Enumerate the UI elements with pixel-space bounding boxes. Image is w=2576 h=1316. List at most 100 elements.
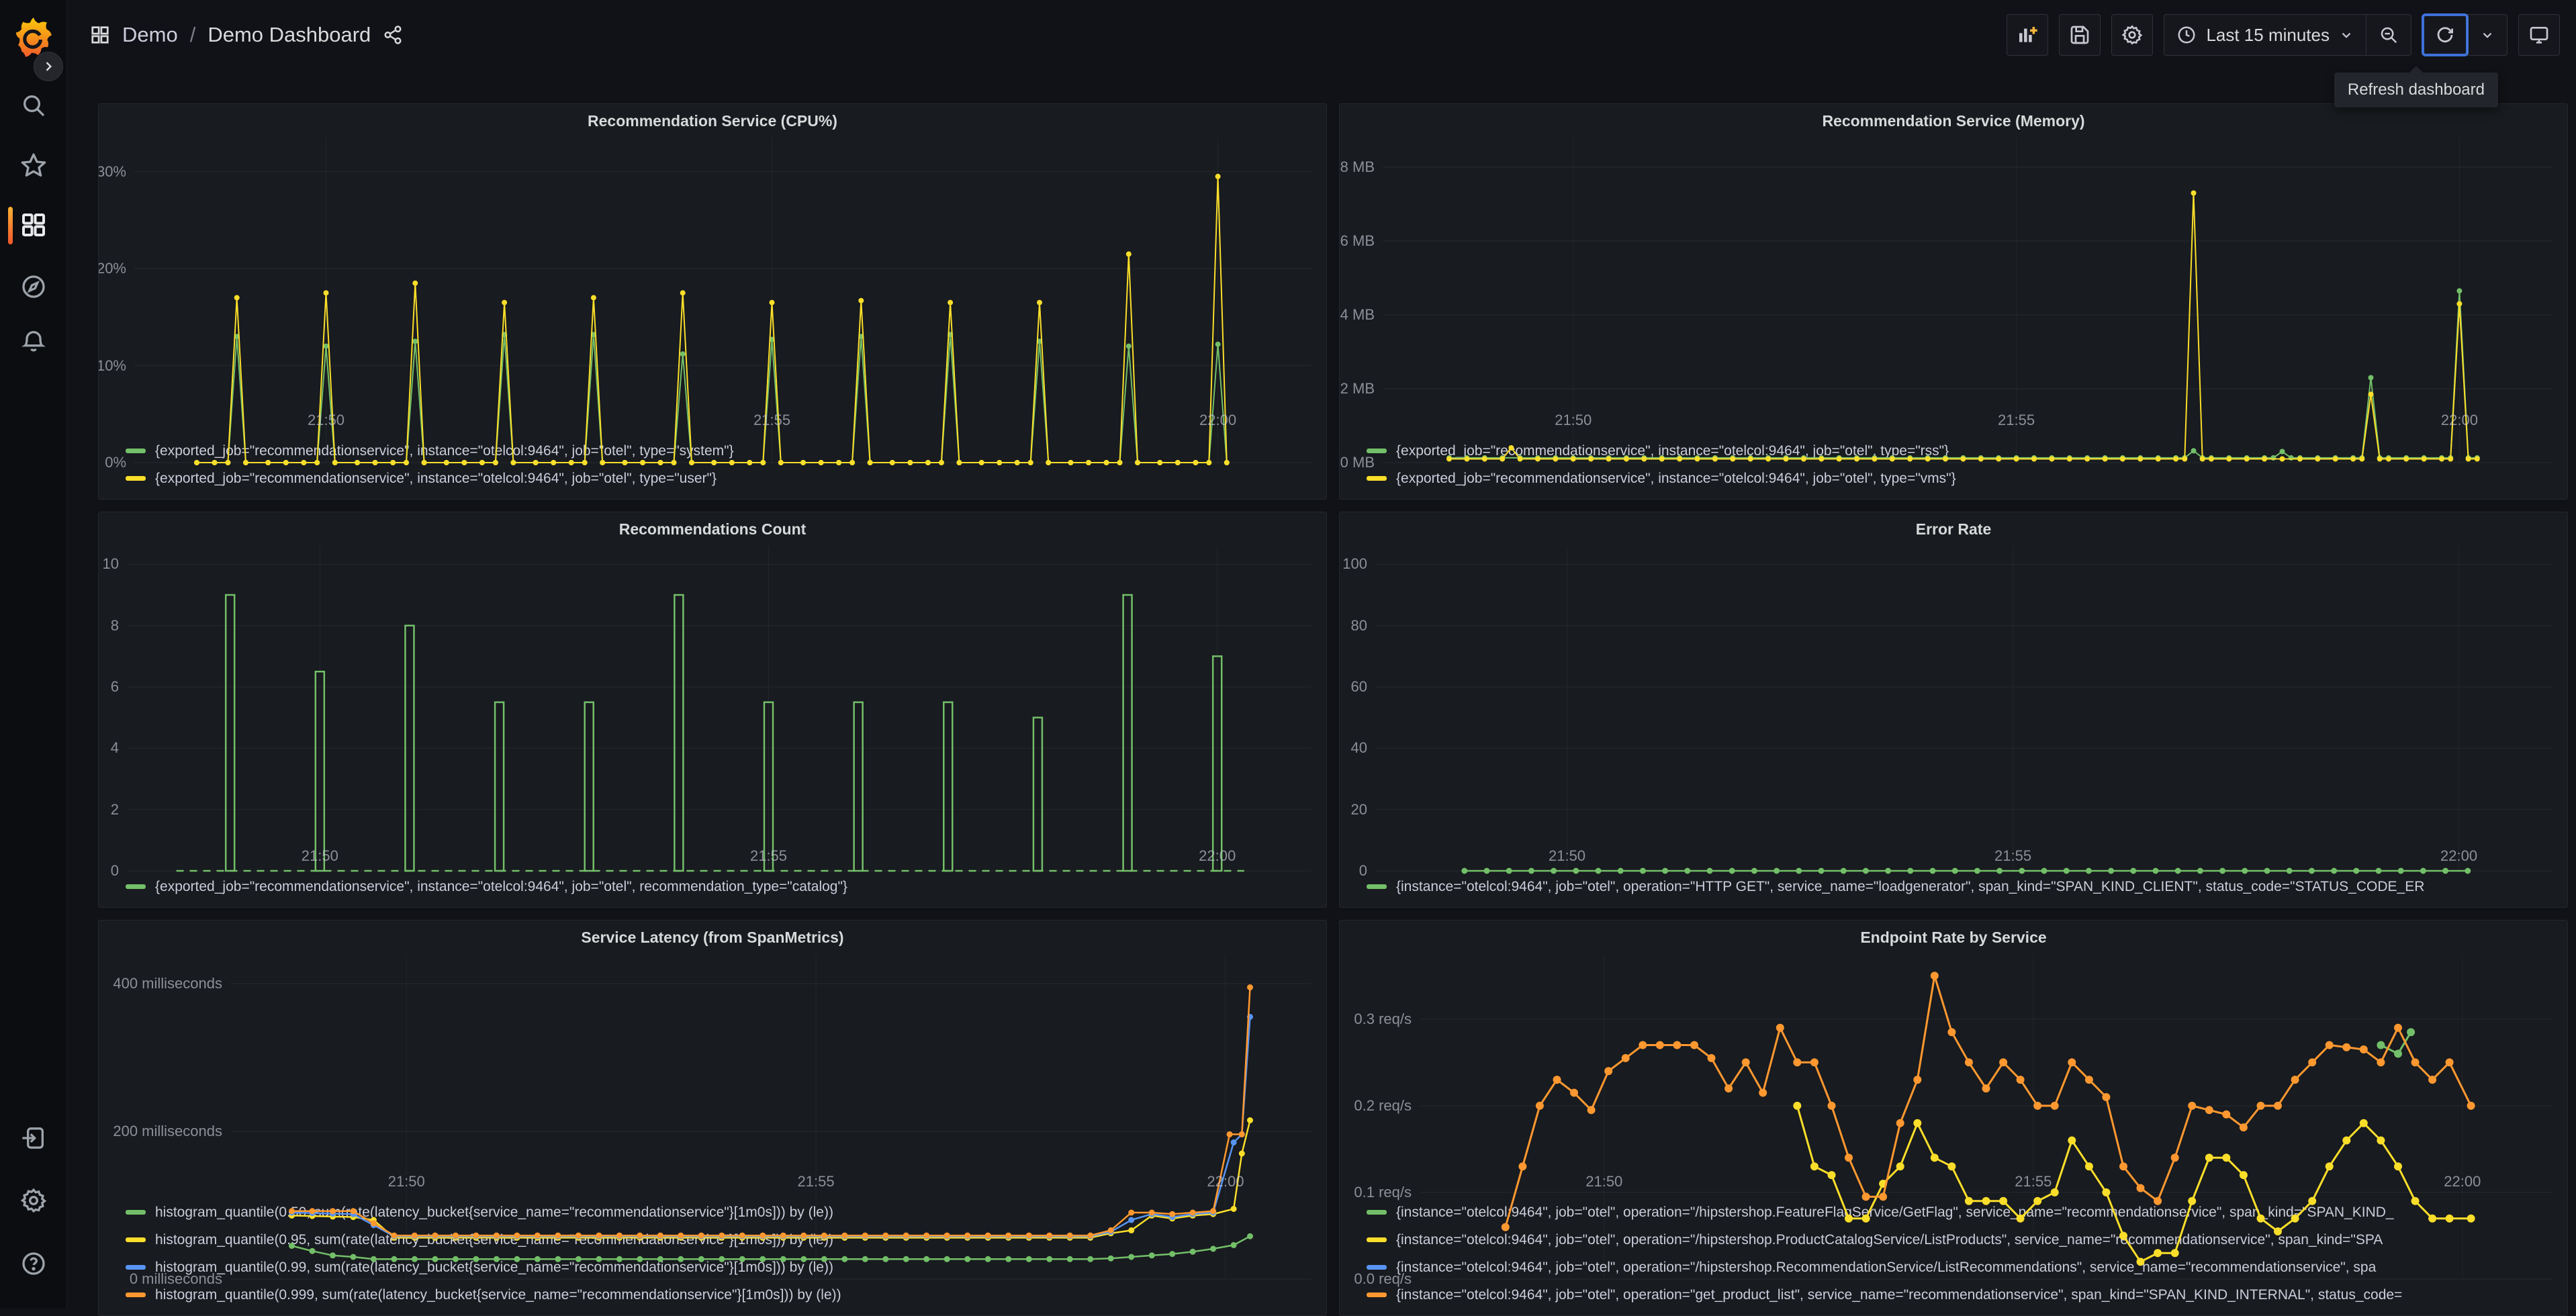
legend-swatch bbox=[1367, 1237, 1387, 1242]
panel-title[interactable]: Error Rate bbox=[1340, 512, 2567, 546]
data-point bbox=[1996, 867, 2003, 874]
data-point bbox=[1210, 1246, 1217, 1252]
data-point bbox=[637, 1256, 643, 1262]
data-point bbox=[1534, 456, 1540, 462]
cycle-view-mode-button[interactable] bbox=[2518, 14, 2560, 56]
dashboards-icon[interactable] bbox=[20, 211, 47, 238]
data-point bbox=[1215, 341, 1221, 347]
add-panel-button[interactable] bbox=[2007, 14, 2049, 56]
breadcrumb-dashboard[interactable]: Demo Dashboard bbox=[208, 23, 371, 47]
plot-region[interactable] bbox=[1383, 138, 2552, 463]
data-point bbox=[2377, 456, 2383, 462]
data-point bbox=[2439, 456, 2444, 462]
data-point bbox=[473, 1232, 479, 1239]
tv-icon bbox=[2530, 27, 2548, 44]
y-tick-label: 4 bbox=[110, 739, 119, 757]
data-point bbox=[2350, 456, 2356, 462]
chart-area[interactable]: 0.0 req/s 0.1 req/s 0.2 req/s 0.3 req/s bbox=[1340, 954, 2567, 1287]
data-point bbox=[1025, 1256, 1032, 1262]
help-icon[interactable] bbox=[20, 1250, 47, 1277]
data-point bbox=[2279, 449, 2285, 455]
tooltip-text: Refresh dashboard bbox=[2347, 81, 2485, 99]
data-point bbox=[350, 1208, 357, 1215]
search-icon[interactable] bbox=[20, 92, 47, 119]
chart-area[interactable]: 0 MB 2 MB 4 MB 6 MB 8 MB bbox=[1340, 138, 2567, 471]
data-point bbox=[2084, 1076, 2093, 1084]
data-point bbox=[1570, 1088, 1578, 1097]
data-point bbox=[1210, 1208, 1217, 1215]
data-point bbox=[978, 460, 984, 465]
plot-region[interactable] bbox=[1420, 954, 2552, 1280]
data-point bbox=[493, 1256, 500, 1262]
refresh-icon bbox=[2437, 27, 2453, 43]
chart-area[interactable]: 0 2 4 6 8 10 bbox=[99, 546, 1326, 879]
legend-item[interactable]: histogram_quantile(0.999, sum(rate(laten… bbox=[126, 1281, 1320, 1309]
settings-icon[interactable] bbox=[20, 1187, 47, 1214]
plot-region[interactable] bbox=[134, 138, 1312, 465]
data-point bbox=[2474, 456, 2480, 462]
panel-title[interactable]: Endpoint Rate by Service bbox=[1340, 921, 2567, 954]
legend-swatch bbox=[1367, 1210, 1387, 1215]
plot-region[interactable] bbox=[1375, 546, 2552, 874]
chart-area[interactable]: 0 milliseconds 200 milliseconds 400 millis… bbox=[99, 954, 1326, 1287]
data-point bbox=[1169, 1211, 1176, 1217]
refresh-interval-button[interactable] bbox=[2467, 15, 2507, 55]
legend-item[interactable]: {exported_job="recommendationservice", i… bbox=[126, 465, 1320, 492]
panel-title[interactable]: Recommendation Service (Memory) bbox=[1340, 104, 2567, 138]
y-tick-label: 2 MB bbox=[1340, 380, 1375, 397]
share-icon[interactable] bbox=[383, 25, 403, 45]
data-point bbox=[1845, 1154, 1853, 1162]
data-point bbox=[2154, 1249, 2162, 1258]
legend-item[interactable]: {exported_job="recommendationservice", i… bbox=[126, 873, 1320, 900]
data-point bbox=[711, 460, 717, 465]
breadcrumb-folder[interactable]: Demo bbox=[122, 23, 178, 47]
data-point bbox=[2050, 1101, 2059, 1110]
zoom-out-button[interactable] bbox=[2366, 15, 2411, 55]
data-point bbox=[330, 1208, 336, 1215]
legend-item[interactable]: {exported_job="recommendationservice", i… bbox=[1367, 465, 2561, 492]
plot-region[interactable] bbox=[230, 954, 1312, 1280]
x-tick-label: 22:00 bbox=[1199, 847, 1236, 864]
data-point bbox=[678, 1232, 684, 1239]
starred-icon[interactable] bbox=[20, 152, 47, 179]
plot-region[interactable] bbox=[127, 546, 1312, 872]
data-point bbox=[2041, 867, 2048, 874]
data-point bbox=[2188, 1196, 2197, 1205]
legend-item[interactable]: {instance="otelcol:9464", job="otel", op… bbox=[1367, 1281, 2561, 1309]
legend-item[interactable]: {instance="otelcol:9464", job="otel", op… bbox=[1367, 873, 2561, 900]
chart-area[interactable]: 0% 10% 20% 30% bbox=[99, 138, 1326, 471]
data-point bbox=[956, 460, 962, 465]
data-point bbox=[867, 460, 873, 465]
save-dashboard-button[interactable] bbox=[2059, 14, 2101, 56]
time-range-button[interactable]: Last 15 minutes bbox=[2164, 15, 2366, 55]
data-point bbox=[2420, 867, 2426, 874]
sidebar-expand-button[interactable] bbox=[34, 52, 63, 81]
panel-title[interactable]: Service Latency (from SpanMetrics) bbox=[99, 921, 1326, 954]
data-point bbox=[1896, 1119, 1904, 1127]
legend: {exported_job="recommendationservice", i… bbox=[99, 867, 1326, 907]
data-point bbox=[1796, 867, 1802, 874]
data-point bbox=[2130, 867, 2137, 874]
sign-in-icon[interactable] bbox=[20, 1125, 47, 1152]
x-tick-label: 21:55 bbox=[749, 847, 788, 864]
data-point bbox=[2308, 1196, 2317, 1205]
chart-area[interactable]: 0 20 40 60 80 100 bbox=[1340, 546, 2567, 879]
x-tick-label: 22:00 bbox=[2440, 412, 2478, 428]
alerting-icon[interactable] bbox=[20, 328, 47, 355]
panel-title[interactable]: Recommendation Service (CPU%) bbox=[99, 104, 1326, 138]
explore-icon[interactable] bbox=[20, 273, 47, 300]
data-point bbox=[849, 460, 856, 465]
dashboard-settings-button[interactable] bbox=[2111, 14, 2154, 56]
panel-title[interactable]: Recommendations Count bbox=[99, 512, 1326, 546]
refresh-button[interactable] bbox=[2422, 13, 2469, 56]
data-point bbox=[964, 1232, 971, 1239]
data-point bbox=[2291, 1214, 2299, 1223]
data-point bbox=[2465, 456, 2471, 462]
data-point bbox=[2359, 1045, 2368, 1053]
data-point bbox=[1086, 460, 1091, 465]
data-point bbox=[944, 1232, 950, 1239]
data-point bbox=[2068, 1136, 2076, 1145]
data-point bbox=[1684, 867, 1691, 874]
data-point bbox=[1025, 1232, 1032, 1239]
data-point bbox=[780, 1256, 786, 1262]
